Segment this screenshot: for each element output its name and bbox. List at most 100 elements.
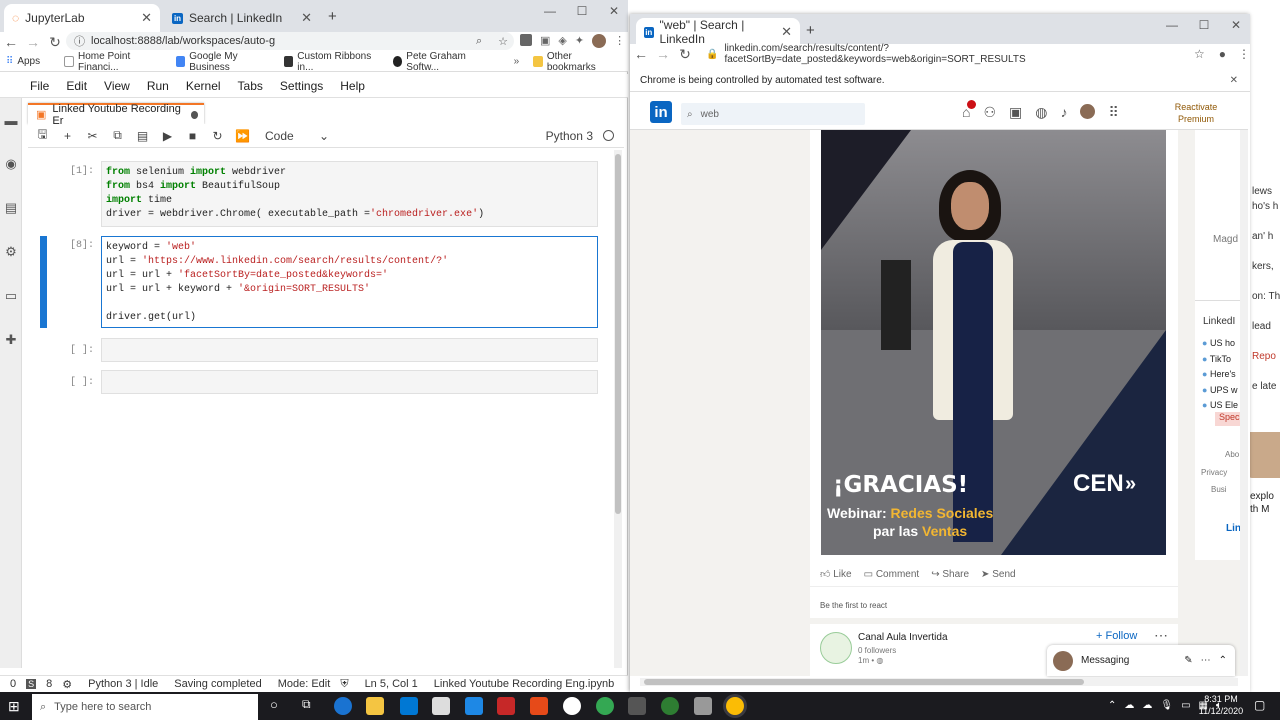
windows-start-icon[interactable]: ⊞ — [8, 698, 20, 715]
close-window-icon[interactable]: ✕ — [598, 0, 630, 22]
comment-button[interactable]: ▭ Comment — [864, 569, 920, 580]
follow-button[interactable]: + Follow — [1096, 630, 1137, 642]
menu-kernel[interactable]: Kernel — [186, 79, 221, 93]
restart-icon[interactable]: ↻ — [205, 129, 230, 143]
footer-privacy[interactable]: Privacy — [1201, 468, 1227, 477]
bookmark-other[interactable]: Other bookmarks — [533, 51, 614, 73]
tab-linkedin-search[interactable]: in "web" | Search | LinkedIn ✕ — [636, 18, 800, 46]
star-icon[interactable]: ☆ — [1194, 47, 1205, 61]
footer-business[interactable]: Busi — [1211, 485, 1227, 494]
bookmark-custom-ribbons[interactable]: Custom Ribbons in... — [283, 51, 379, 73]
compose-icon[interactable]: ✎ — [1184, 655, 1192, 666]
insert-cell-icon[interactable]: + — [55, 129, 80, 143]
menu-settings[interactable]: Settings — [280, 79, 323, 93]
close-window-icon[interactable]: ✕ — [1220, 14, 1252, 36]
taskbar-search-input[interactable]: ⌕ Type here to search — [32, 694, 258, 720]
home-icon[interactable]: ⌂ — [962, 100, 977, 121]
snip-icon[interactable] — [694, 697, 712, 715]
task-view-icon[interactable]: ⧉ — [302, 697, 311, 712]
kernel-status[interactable]: Python 3 | Idle — [88, 678, 158, 690]
onedrive-icon[interactable]: ☁ — [1142, 700, 1152, 711]
chevron-up-icon[interactable]: ⌃ — [1108, 700, 1116, 711]
messaging-icon[interactable]: ◍ — [1035, 104, 1047, 121]
news-item[interactable]: ● TikTo — [1202, 352, 1238, 368]
address-bar[interactable]: 🔒 linkedin.com/search/results/content/?f… — [706, 43, 1186, 65]
reload-icon[interactable]: ↻ — [44, 34, 66, 51]
back-icon[interactable]: ← — [630, 46, 652, 62]
menu-help[interactable]: Help — [340, 79, 365, 93]
photos-icon[interactable] — [628, 697, 646, 715]
share-button[interactable]: ↪ Share — [931, 569, 969, 580]
menu-file[interactable]: File — [30, 79, 49, 93]
close-tab-icon[interactable]: ✕ — [141, 10, 152, 26]
maximize-icon[interactable]: ☐ — [1188, 14, 1220, 36]
bookmark-apps[interactable]: ⠿ Apps — [6, 56, 40, 67]
ext-icon[interactable]: ▣ — [540, 34, 550, 48]
menu-run[interactable]: Run — [147, 79, 169, 93]
chrome-icon[interactable] — [596, 697, 614, 715]
empty-code-cell[interactable] — [101, 338, 598, 362]
puzzle-icon[interactable]: ✦ — [575, 34, 584, 48]
page-scrollbar[interactable] — [1240, 130, 1248, 676]
empty-code-cell[interactable] — [101, 370, 598, 394]
office-icon[interactable] — [530, 697, 548, 715]
ext-icon[interactable]: ◈ — [558, 34, 566, 48]
close-infobar-icon[interactable]: ✕ — [1230, 75, 1238, 86]
news-item[interactable]: ● Here's — [1202, 367, 1238, 383]
fast-forward-icon[interactable]: ⏩ — [230, 129, 255, 143]
tabs-icon[interactable]: ▭ — [0, 274, 22, 318]
paste-icon[interactable]: ▤ — [130, 129, 155, 143]
profile-avatar[interactable] — [592, 34, 607, 48]
bookmark-pete-graham[interactable]: Pete Graham Softw... — [392, 51, 490, 73]
like-button[interactable]: 👍︎ Like — [820, 568, 852, 580]
maximize-icon[interactable]: ☐ — [566, 0, 598, 22]
menu-dots-icon[interactable]: ⋮ — [1238, 47, 1250, 61]
minimize-icon[interactable]: — — [1156, 14, 1188, 36]
cortana-icon[interactable]: ○ — [270, 697, 278, 712]
network-icon[interactable]: ⚇ — [983, 104, 996, 121]
minimize-icon[interactable]: — — [534, 0, 566, 22]
work-grid-icon[interactable]: ⠿ — [1108, 104, 1118, 121]
address-bar[interactable]: ⓘ localhost:8888/lab/workspaces/auto-g ⌕… — [66, 32, 514, 50]
bookmark-google-business[interactable]: Google My Business — [175, 51, 270, 73]
cut-icon[interactable]: ✂ — [80, 129, 105, 143]
unsaved-dot-icon[interactable] — [190, 110, 198, 119]
save-icon[interactable]: 🖫 — [30, 125, 55, 146]
footer-about[interactable]: Abo — [1225, 450, 1239, 459]
stop-icon[interactable]: ■ — [180, 129, 205, 143]
copy-icon[interactable]: ⧉ — [105, 128, 130, 143]
gear-icon[interactable]: ⚙ — [62, 678, 72, 691]
author-avatar[interactable] — [820, 632, 852, 664]
more-bookmarks-icon[interactable]: » — [514, 56, 520, 67]
cell-type-select[interactable]: Code ⌄ — [265, 129, 329, 143]
new-tab-button[interactable]: + — [806, 22, 815, 39]
linkedin-logo[interactable]: in — [650, 101, 672, 123]
profile-icon[interactable]: ● — [1219, 47, 1226, 61]
notebook-doc-tab[interactable]: ▣ Linked Youtube Recording Er — [28, 103, 204, 127]
mail-icon[interactable] — [400, 697, 418, 715]
menu-dots-icon[interactable]: ⋮ — [614, 34, 625, 48]
back-icon[interactable]: ← — [0, 34, 22, 50]
reactivate-premium-link[interactable]: Reactivate Premium — [1172, 101, 1220, 125]
new-tab-button[interactable]: + — [328, 8, 337, 25]
reload-icon[interactable]: ↻ — [674, 46, 696, 63]
extension-icon[interactable]: ✚ — [0, 318, 22, 362]
commands-icon[interactable]: ▤ — [0, 186, 22, 230]
author-name[interactable]: Canal Aula Invertida — [858, 632, 948, 643]
taskbar-clock[interactable]: 8:31 PM 11/12/2020 — [1196, 693, 1246, 717]
folder-icon[interactable]: ▬ — [0, 98, 22, 142]
store-icon[interactable] — [432, 697, 450, 715]
zoom-icon[interactable]: ⌕ — [476, 35, 482, 48]
post-image[interactable]: ¡GRACIAS! Webinar: Redes Sociales par la… — [821, 130, 1166, 555]
mic-icon[interactable]: 🎙︎ — [1160, 700, 1173, 711]
xbox-icon[interactable] — [563, 697, 581, 715]
notifications-icon[interactable]: ♪ — [1060, 104, 1067, 121]
tab-jupyterlab[interactable]: ◌ JupyterLab ✕ — [4, 4, 160, 32]
cloud-icon[interactable]: ☁ — [1124, 700, 1134, 711]
star-icon[interactable]: ☆ — [498, 35, 508, 48]
kernel-name[interactable]: Python 3 — [546, 129, 593, 143]
forward-icon[interactable]: → — [652, 46, 674, 62]
bookmark-home-point[interactable]: Home Point Financi... — [64, 51, 161, 73]
chrome-active-icon[interactable] — [726, 697, 744, 715]
chevron-up-icon[interactable]: ⌃ — [1219, 655, 1227, 666]
